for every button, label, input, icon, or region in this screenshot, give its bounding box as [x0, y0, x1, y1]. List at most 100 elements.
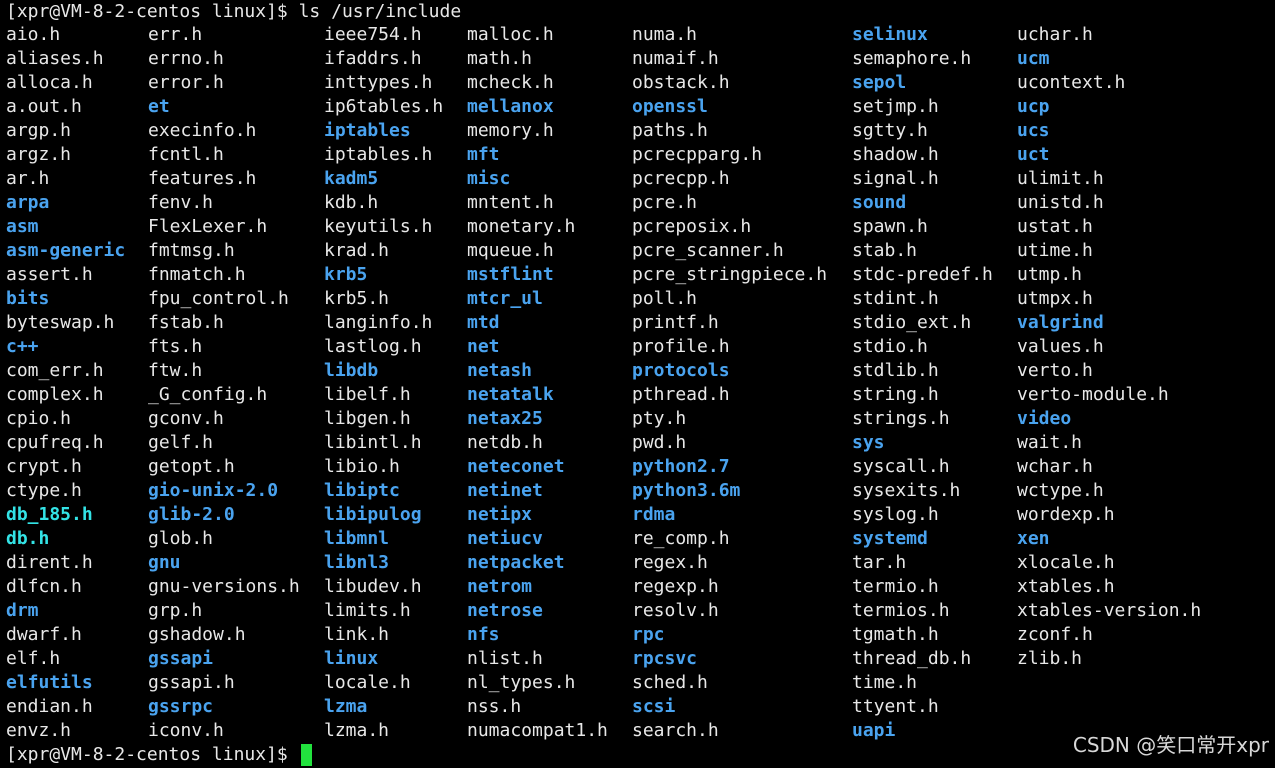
file-entry: spawn.h: [852, 216, 928, 237]
watermark: CSDN @笑口常开xpr: [1072, 733, 1269, 757]
directory-entry: rpcsvc: [632, 648, 698, 669]
file-entry: syscall.h: [852, 456, 950, 477]
file-entry: _G_config.h: [148, 384, 268, 405]
file-entry: ieee754.h: [324, 24, 422, 45]
file-entry: krad.h: [324, 240, 390, 261]
directory-entry: sound: [852, 192, 907, 213]
file-entry: stdio.h: [852, 336, 928, 357]
file-entry: xtables-version.h: [1017, 600, 1202, 621]
directory-entry: ucp: [1017, 96, 1050, 117]
directory-entry: netpacket: [467, 552, 565, 573]
directory-entry: python2.7: [632, 456, 730, 477]
file-entry: langinfo.h: [324, 312, 433, 333]
command-line: [xpr@VM-8-2-centos linux]$ ls /usr/inclu…: [6, 1, 462, 22]
file-entry: ar.h: [6, 168, 50, 189]
file-entry: obstack.h: [632, 72, 730, 93]
directory-entry: gio-unix-2.0: [148, 480, 279, 501]
file-entry: pty.h: [632, 408, 687, 429]
directory-entry: netrose: [467, 600, 543, 621]
file-entry: locale.h: [324, 672, 411, 693]
directory-entry: netinet: [467, 480, 543, 501]
file-entry: pcreposix.h: [632, 216, 752, 237]
directory-entry: mtd: [467, 312, 500, 333]
file-entry: uchar.h: [1017, 24, 1093, 45]
file-entry: mcheck.h: [467, 72, 554, 93]
file-entry: re_comp.h: [632, 528, 730, 549]
file-entry: libudev.h: [324, 576, 422, 597]
directory-entry: netipx: [467, 504, 533, 525]
file-entry: termios.h: [852, 600, 950, 621]
directory-entry: selinux: [852, 24, 928, 45]
directory-entry: krb5: [324, 264, 368, 285]
file-entry: signal.h: [852, 168, 939, 189]
file-entry: syslog.h: [852, 504, 939, 525]
file-entry: fts.h: [148, 336, 203, 357]
file-entry: string.h: [852, 384, 939, 405]
file-entry: crypt.h: [6, 456, 82, 477]
file-entry: unistd.h: [1017, 192, 1104, 213]
directory-entry: asm-generic: [6, 240, 126, 261]
file-entry: stdc-predef.h: [852, 264, 993, 285]
file-entry: libintl.h: [324, 432, 422, 453]
directory-entry: netash: [467, 360, 533, 381]
file-entry: ip6tables.h: [324, 96, 444, 117]
file-entry: a.out.h: [6, 96, 82, 117]
file-entry: fnmatch.h: [148, 264, 246, 285]
file-entry: elf.h: [6, 648, 61, 669]
directory-entry: libipulog: [324, 504, 422, 525]
file-entry: com_err.h: [6, 360, 104, 381]
file-entry: numa.h: [632, 24, 698, 45]
file-entry: gssapi.h: [148, 672, 235, 693]
file-entry: shadow.h: [852, 144, 939, 165]
file-entry: lastlog.h: [324, 336, 422, 357]
file-entry: pcre.h: [632, 192, 698, 213]
file-entry: libelf.h: [324, 384, 411, 405]
file-entry: pwd.h: [632, 432, 687, 453]
file-entry: xlocale.h: [1017, 552, 1115, 573]
file-entry: ctype.h: [6, 480, 82, 501]
file-entry: inttypes.h: [324, 72, 433, 93]
directory-entry: protocols: [632, 360, 730, 381]
directory-entry: mellanox: [467, 96, 554, 117]
directory-entry: elfutils: [6, 672, 93, 693]
file-entry: byteswap.h: [6, 312, 115, 333]
terminal-window[interactable]: [xpr@VM-8-2-centos linux]$ ls /usr/inclu…: [6, 0, 1271, 768]
directory-entry: mtcr_ul: [467, 288, 543, 309]
directory-entry: gssapi: [148, 648, 214, 669]
cursor-block: [300, 744, 312, 766]
file-entry: aio.h: [6, 24, 61, 45]
directory-entry: linux: [324, 648, 379, 669]
directory-entry: netiucv: [467, 528, 543, 549]
file-entry: semaphore.h: [852, 48, 972, 69]
file-entry: libio.h: [324, 456, 400, 477]
file-entry: aliases.h: [6, 48, 104, 69]
shell-prompt[interactable]: [xpr@VM-8-2-centos linux]$: [6, 743, 312, 767]
file-entry: termio.h: [852, 576, 939, 597]
file-entry: printf.h: [632, 312, 719, 333]
file-entry: zlib.h: [1017, 648, 1083, 669]
file-entry: argp.h: [6, 120, 72, 141]
file-entry: stdlib.h: [852, 360, 939, 381]
directory-entry: asm: [6, 216, 39, 237]
file-entry: thread_db.h: [852, 648, 972, 669]
directory-entry: rdma: [632, 504, 676, 525]
directory-entry: ucm: [1017, 48, 1050, 69]
file-entry: execinfo.h: [148, 120, 257, 141]
file-entry: ulimit.h: [1017, 168, 1104, 189]
file-entry: numacompat1.h: [467, 720, 608, 741]
file-entry: gnu-versions.h: [148, 576, 300, 597]
file-entry: errno.h: [148, 48, 224, 69]
file-entry: iptables.h: [324, 144, 433, 165]
directory-entry: gssrpc: [148, 696, 214, 717]
file-entry: fmtmsg.h: [148, 240, 235, 261]
directory-entry: c++: [6, 336, 39, 357]
file-entry: sgtty.h: [852, 120, 928, 141]
file-entry: pcrecpparg.h: [632, 144, 763, 165]
file-entry: gconv.h: [148, 408, 224, 429]
file-entry: fstab.h: [148, 312, 224, 333]
file-entry: envz.h: [6, 720, 72, 741]
file-entry: sysexits.h: [852, 480, 961, 501]
directory-entry: drm: [6, 600, 39, 621]
file-entry: gshadow.h: [148, 624, 246, 645]
file-entry: stdint.h: [852, 288, 939, 309]
